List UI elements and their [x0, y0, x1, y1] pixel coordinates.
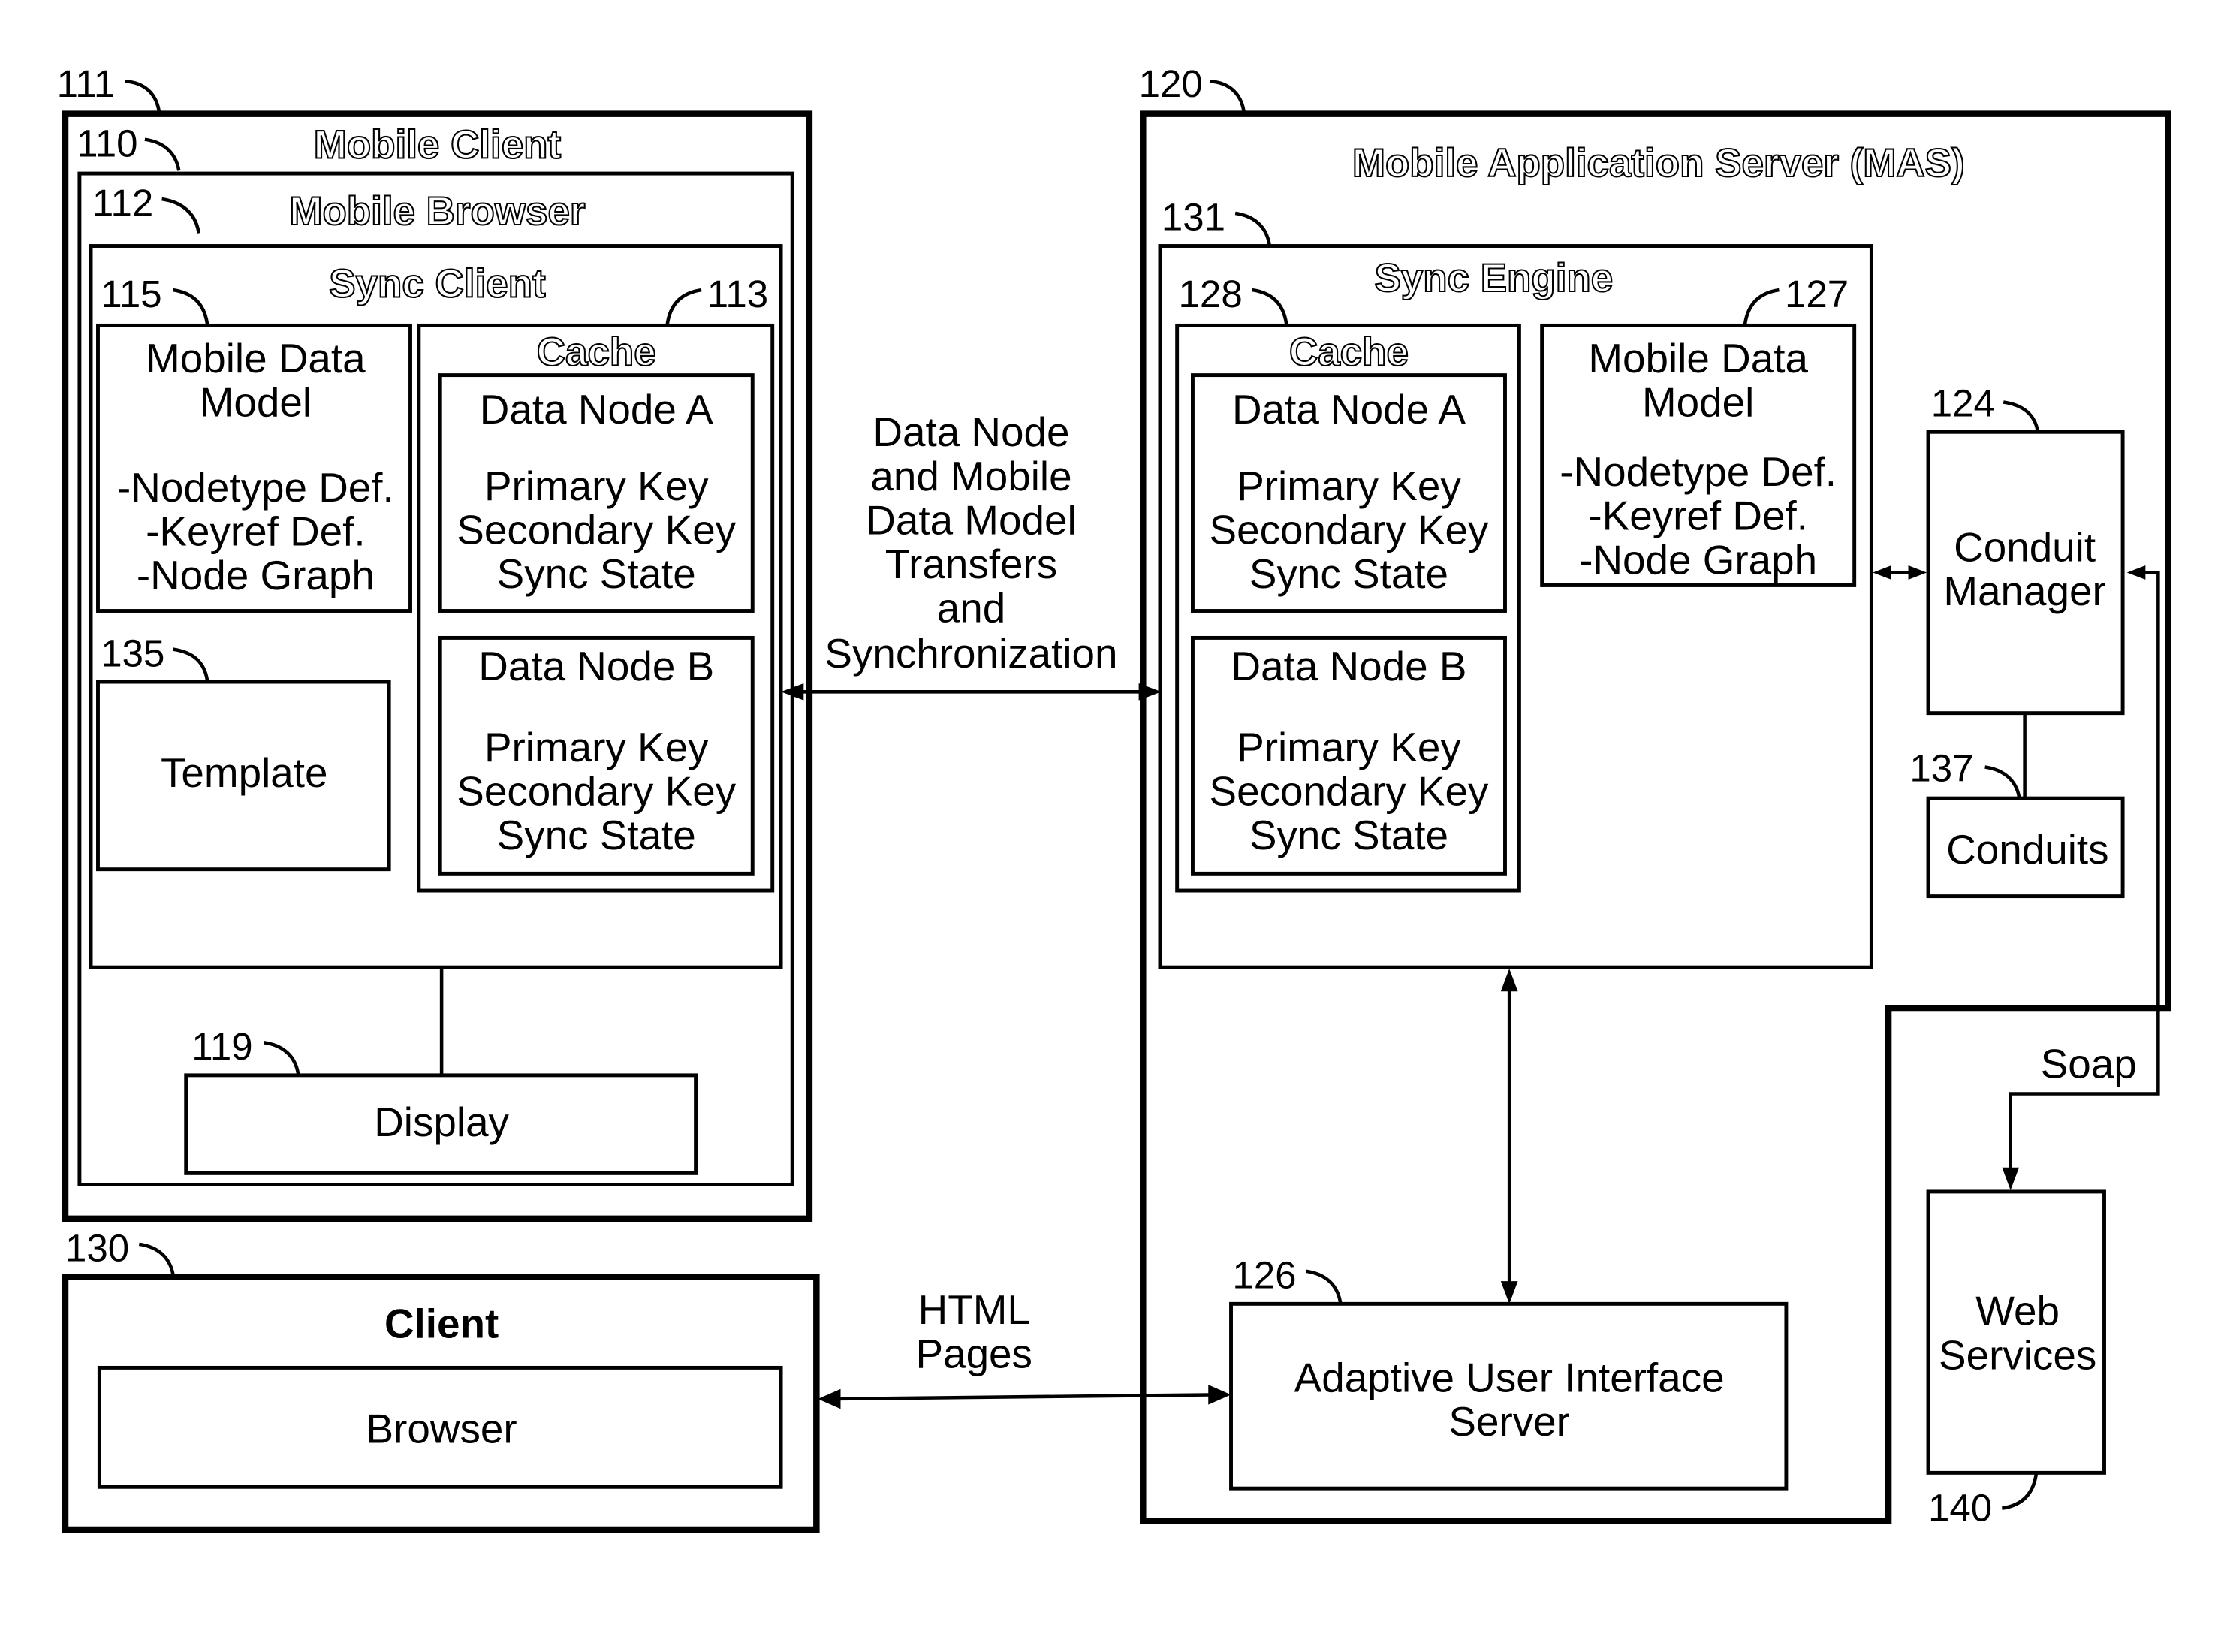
server-node-b-title: Data Node B: [1231, 643, 1467, 689]
server-mdm-line-4: -Keyref Def.: [1588, 493, 1808, 539]
ref-112: 112: [92, 182, 153, 225]
ref-111: 111: [57, 62, 116, 105]
ref-135: 135: [101, 632, 164, 674]
mobile-client-title: Mobile Client: [314, 122, 561, 167]
ref-119: 119: [191, 1025, 252, 1068]
leader-131: [1234, 211, 1271, 246]
template-label: Template: [161, 749, 327, 796]
client-mdm-line-1: Mobile Data: [146, 335, 366, 381]
ref-120: 120: [1139, 62, 1203, 105]
server-node-a-title: Data Node A: [1232, 386, 1466, 433]
arrowhead-left-icon: [1873, 565, 1891, 580]
transfer-label-line-6: Synchronization: [824, 630, 1117, 677]
server-mdm-line-3: -Nodetype Def.: [1560, 448, 1837, 495]
ref-140: 140: [1928, 1487, 1992, 1530]
leader-127: [1743, 288, 1780, 324]
leader-135: [173, 647, 209, 681]
server-node-b-secondary-key: Secondary Key: [1210, 768, 1489, 815]
html-pages-group: HTML Pages: [818, 1286, 1231, 1409]
client-node-a-sync-state: Sync State: [497, 550, 696, 597]
architecture-diagram: 111 110 Mobile Client 112 Mobile Browser…: [57, 62, 2171, 1533]
ref-131: 131: [1162, 196, 1225, 239]
leader-126: [1306, 1269, 1343, 1303]
mas-title: Mobile Application Server (MAS): [1352, 141, 1965, 185]
web-services-line-2: Services: [1939, 1331, 2096, 1378]
leader-119: [264, 1041, 300, 1075]
server-mdm-line-2: Model: [1642, 378, 1754, 425]
leader-113: [665, 288, 702, 324]
leader-128: [1252, 288, 1288, 324]
arrowhead-up-icon: [1500, 969, 1518, 992]
ref-110: 110: [77, 122, 137, 164]
ref-113: 113: [707, 273, 768, 315]
client-node-a-title: Data Node A: [480, 386, 713, 433]
leader-111: [125, 79, 161, 112]
client-mdm-line-5: -Node Graph: [137, 552, 375, 598]
arrowhead-down-icon: [1500, 1281, 1518, 1304]
html-pages-arrow: [830, 1393, 1219, 1401]
transfer-label-line-5: and: [937, 585, 1005, 632]
client-mdm-line-4: -Keyref Def.: [146, 508, 366, 555]
leader-115: [173, 288, 209, 324]
arrowhead-right-icon: [1208, 1385, 1231, 1405]
conduit-manager-line-1: Conduit: [1954, 523, 2096, 570]
transfer-label-line-3: Data Model: [866, 496, 1076, 543]
sync-engine-title: Sync Engine: [1375, 256, 1614, 300]
client-node-a-secondary-key: Secondary Key: [457, 507, 736, 553]
display-label: Display: [374, 1099, 509, 1145]
ref-126: 126: [1232, 1254, 1296, 1297]
ref-115: 115: [101, 273, 161, 315]
web-services-line-1: Web: [1975, 1288, 2060, 1334]
html-pages-line-1: HTML: [918, 1286, 1030, 1333]
client-node-a-primary-key: Primary Key: [484, 463, 709, 509]
html-pages-line-2: Pages: [916, 1330, 1032, 1376]
client-node-b-sync-state: Sync State: [497, 812, 696, 858]
transfer-label-line-2: and Mobile: [870, 453, 1071, 499]
server-node-a-sync-state: Sync State: [1249, 550, 1448, 597]
browser-label: Browser: [366, 1406, 517, 1452]
leader-120: [1209, 79, 1246, 112]
leader-130: [138, 1242, 175, 1276]
ref-127: 127: [1785, 273, 1849, 315]
arrowhead-down-icon: [2002, 1167, 2020, 1191]
client-mdm-line-3: -Nodetype Def.: [117, 464, 394, 511]
client-node-b-title: Data Node B: [478, 643, 714, 689]
mobile-browser-title: Mobile Browser: [289, 189, 585, 234]
server-cache-title: Cache: [1289, 330, 1409, 374]
arrowhead-left-icon: [2126, 565, 2146, 580]
arrowhead-right-icon: [1908, 565, 1927, 580]
conduit-manager-line-2: Manager: [1943, 568, 2105, 614]
sync-client-title: Sync Client: [329, 262, 545, 306]
client-title: Client: [384, 1301, 499, 1347]
client-mdm-line-2: Model: [200, 378, 312, 425]
soap-label: Soap: [2041, 1041, 2137, 1087]
server-mdm-line-1: Mobile Data: [1588, 335, 1808, 381]
adaptive-ui-line-1: Adaptive User Interface: [1294, 1355, 1725, 1401]
server-node-a-secondary-key: Secondary Key: [1210, 507, 1489, 553]
leader-112: [161, 197, 200, 234]
transfer-label-line-1: Data Node: [872, 408, 1069, 455]
client-node-b-primary-key: Primary Key: [484, 724, 709, 770]
server-mdm-line-5: -Node Graph: [1579, 536, 1817, 583]
transfer-label-line-4: Transfers: [885, 541, 1058, 587]
client-cache-title: Cache: [537, 330, 656, 374]
ref-137: 137: [1909, 746, 1973, 789]
arrowhead-left-icon: [818, 1388, 841, 1409]
ref-130: 130: [65, 1227, 129, 1270]
leader-137: [1984, 765, 2021, 797]
client-node-b-secondary-key: Secondary Key: [457, 768, 736, 815]
adaptive-ui-line-2: Server: [1448, 1398, 1570, 1445]
server-node-b-sync-state: Sync State: [1249, 812, 1448, 858]
mobile-client-group: 111 110 Mobile Client 112 Mobile Browser…: [57, 62, 813, 1222]
leader-110: [144, 137, 181, 171]
leader-140: [2001, 1473, 2038, 1510]
server-node-b-primary-key: Primary Key: [1237, 724, 1461, 770]
leader-124: [2003, 400, 2039, 431]
sync-transfer-group: Data Node and Mobile Data Model Transfer…: [781, 408, 1162, 701]
ref-128: 128: [1179, 273, 1243, 315]
server-node-a-primary-key: Primary Key: [1237, 463, 1461, 509]
conduits-label: Conduits: [1946, 826, 2108, 873]
ref-124: 124: [1931, 381, 1995, 424]
client-group: 130 Client Browser: [62, 1227, 820, 1533]
